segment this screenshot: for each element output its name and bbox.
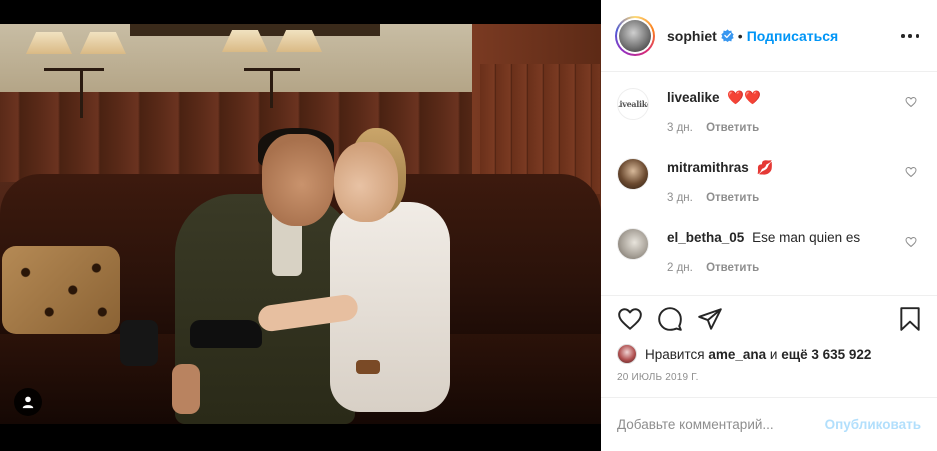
comment-input[interactable] xyxy=(617,417,825,432)
commenter-username[interactable]: el_betha_05 xyxy=(667,230,744,245)
commenter-avatar[interactable]: Livealike xyxy=(617,88,649,120)
comment-text: Ese man quien es xyxy=(752,230,861,245)
comment-item: Livealike livealike ❤️❤️ 3 дн. Ответить xyxy=(617,72,923,134)
commenter-username[interactable]: livealike xyxy=(667,90,720,105)
boot xyxy=(190,320,262,348)
author-username[interactable]: sophiet xyxy=(667,28,717,44)
reply-button[interactable]: Ответить xyxy=(706,262,759,274)
post-actions xyxy=(601,296,937,342)
post-photo xyxy=(0,24,601,424)
share-icon[interactable] xyxy=(697,306,723,332)
comment-icon[interactable] xyxy=(657,306,683,332)
post-date[interactable]: 20 ИЮЛЬ 2019 Г. xyxy=(617,372,699,383)
bookmark-icon[interactable] xyxy=(897,306,923,332)
commenter-avatar[interactable] xyxy=(617,158,649,190)
man-hand xyxy=(172,364,200,414)
comment-like-icon[interactable] xyxy=(905,166,917,178)
likes-count[interactable]: ещё 3 635 922 xyxy=(781,347,871,362)
comment-like-icon[interactable] xyxy=(905,236,917,248)
follow-button[interactable]: Подписаться xyxy=(747,28,839,44)
man-head xyxy=(262,134,334,226)
post-header: sophiet • Подписаться xyxy=(601,0,937,72)
comment-meta: 3 дн. Ответить xyxy=(667,122,759,134)
comment-meta: 2 дн. Ответить xyxy=(667,262,759,274)
likes-summary: Нравится ame_ana и ещё 3 635 922 xyxy=(617,342,871,366)
comment-text: 💋 xyxy=(756,160,774,175)
commenter-username[interactable]: mitramithras xyxy=(667,160,749,175)
comment-item: el_betha_05 Ese man quien es 2 дн. Ответ… xyxy=(617,212,923,274)
post-media[interactable] xyxy=(0,0,601,451)
woman-head xyxy=(334,142,398,222)
lamp-arm xyxy=(44,68,104,71)
comment-time[interactable]: 2 дн. xyxy=(667,262,693,274)
user-tag-icon xyxy=(22,396,34,409)
lamp-stem xyxy=(80,68,83,118)
header-separator: • xyxy=(737,27,743,44)
more-options-button[interactable] xyxy=(901,27,919,45)
liker-avatar[interactable] xyxy=(617,344,637,364)
verified-badge-icon xyxy=(721,29,734,42)
publish-button[interactable]: Опубликовать xyxy=(825,417,921,432)
reply-button[interactable]: Ответить xyxy=(706,122,759,134)
likes-prefix: Нравится xyxy=(645,346,705,362)
comment-item: mitramithras 💋 3 дн. Ответить xyxy=(617,142,923,204)
author-avatar[interactable] xyxy=(615,15,655,56)
comment-meta: 3 дн. Ответить xyxy=(667,192,759,204)
comment-time[interactable]: 3 дн. xyxy=(667,122,693,134)
post-sidebar: sophiet • Подписаться Livealike livealik… xyxy=(601,0,937,451)
add-comment-bar: Опубликовать xyxy=(601,397,937,451)
comments-list[interactable]: Livealike livealike ❤️❤️ 3 дн. Ответить … xyxy=(601,72,937,296)
liker-username[interactable]: ame_ana xyxy=(708,347,766,362)
user-tag-button[interactable] xyxy=(14,388,42,416)
boot xyxy=(120,320,158,366)
likes-and: и xyxy=(769,346,778,362)
commenter-avatar[interactable] xyxy=(617,228,649,260)
heart-icon[interactable] xyxy=(617,306,643,332)
lamp-stem xyxy=(270,68,273,108)
watch xyxy=(356,360,380,374)
comment-like-icon[interactable] xyxy=(905,96,917,108)
reply-button[interactable]: Ответить xyxy=(706,192,759,204)
more-icon xyxy=(901,34,905,38)
leopard-pillow xyxy=(2,246,120,334)
comment-time[interactable]: 3 дн. xyxy=(667,192,693,204)
comment-text: ❤️❤️ xyxy=(727,90,761,105)
